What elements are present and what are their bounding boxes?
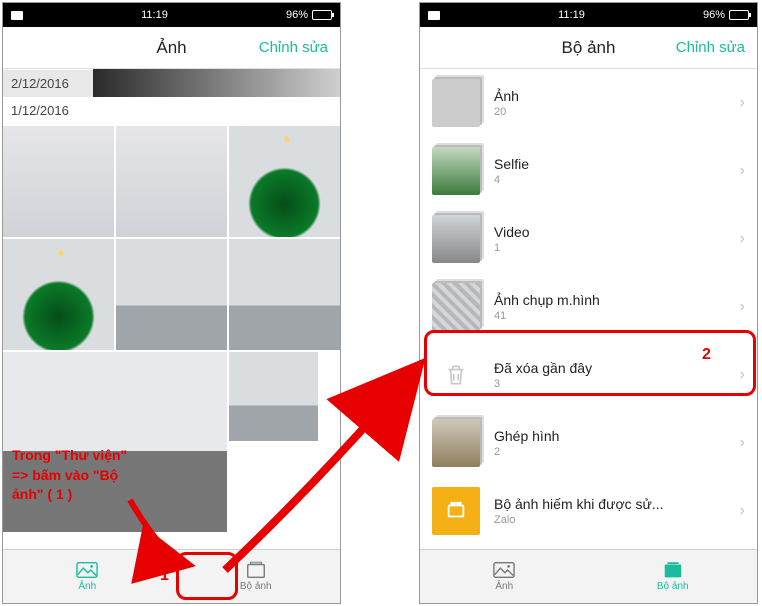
tab-label: Ảnh	[495, 581, 513, 592]
album-name: Bộ ảnh hiếm khi được sử...	[494, 496, 726, 512]
chevron-right-icon: ›	[740, 366, 745, 384]
album-thumb-rare	[432, 487, 480, 535]
photo-thumb[interactable]	[3, 239, 114, 350]
battery-icon	[729, 10, 749, 20]
edit-button[interactable]: Chỉnh sửa	[676, 39, 745, 56]
album-thumb	[432, 419, 480, 467]
photo-grid-large	[3, 352, 340, 532]
chevron-right-icon: ›	[740, 162, 745, 180]
tab-albums[interactable]: Bộ ảnh	[172, 550, 341, 603]
phone-left: 11:19 96% Ảnh Chỉnh sửa 2/12/2016 1/12/2…	[2, 2, 341, 604]
album-list: Ảnh 20 › Selfie 4 › Video 1 › Ảnh chụp m…	[420, 69, 757, 549]
album-count: 20	[494, 106, 726, 118]
album-item-selfie[interactable]: Selfie 4 ›	[420, 137, 757, 205]
photo-thumb[interactable]	[229, 126, 340, 237]
phone-right: 11:19 96% Bộ ảnh Chỉnh sửa Ảnh 20 › Self…	[419, 2, 758, 604]
photo-grid	[3, 126, 340, 350]
tab-albums[interactable]: Bộ ảnh	[589, 550, 758, 603]
album-name: Ảnh chụp m.hình	[494, 292, 726, 308]
tab-label: Bộ ảnh	[240, 581, 272, 592]
album-item-collage[interactable]: Ghép hình 2 ›	[420, 409, 757, 477]
tab-photos[interactable]: Ảnh	[420, 550, 589, 603]
album-name: Ảnh	[494, 88, 726, 104]
chevron-right-icon: ›	[740, 94, 745, 112]
status-bar: 11:19 96%	[420, 3, 757, 27]
tab-label: Ảnh	[78, 581, 96, 592]
bottom-tabs: Ảnh Bộ ảnh	[3, 549, 340, 603]
album-name: Đã xóa gần đây	[494, 360, 726, 376]
status-battery-pct: 96%	[703, 9, 725, 21]
edit-button[interactable]: Chỉnh sửa	[259, 39, 328, 56]
bottom-tabs: Ảnh Bộ ảnh	[420, 549, 757, 603]
album-count: Zalo	[494, 514, 726, 526]
chevron-right-icon: ›	[740, 230, 745, 248]
sim-icon	[11, 11, 23, 20]
album-item-video[interactable]: Video 1 ›	[420, 205, 757, 273]
chevron-right-icon: ›	[740, 434, 745, 452]
album-name: Ghép hình	[494, 428, 726, 444]
tab-label: Bộ ảnh	[657, 581, 689, 592]
annotation-marker-1: 1	[160, 567, 169, 585]
album-count: 4	[494, 174, 726, 186]
album-thumb	[432, 147, 480, 195]
album-name: Selfie	[494, 156, 726, 172]
header: Ảnh Chỉnh sửa	[3, 27, 340, 69]
status-time: 11:19	[141, 9, 168, 21]
instr-line: ảnh" ( 1 )	[12, 486, 72, 502]
album-thumb	[432, 283, 480, 331]
photos-icon	[76, 561, 98, 579]
album-item-photos[interactable]: Ảnh 20 ›	[420, 69, 757, 137]
instruction-text: Trong "Thư viện" => bấm vào "Bộ ảnh" ( 1…	[12, 446, 127, 505]
date-label: 1/12/2016	[3, 97, 340, 124]
trash-icon	[432, 351, 480, 399]
album-count: 3	[494, 378, 726, 390]
album-count: 2	[494, 446, 726, 458]
album-count: 1	[494, 242, 726, 254]
instr-line: Trong "Thư viện"	[12, 447, 127, 463]
battery-icon	[312, 10, 332, 20]
instr-line: => bấm vào "Bộ	[12, 467, 118, 483]
photo-thumb[interactable]	[229, 352, 318, 441]
status-bar: 11:19 96%	[3, 3, 340, 27]
annotation-marker-2: 2	[702, 346, 711, 364]
sim-icon	[428, 11, 440, 20]
date-section-1: 2/12/2016	[3, 69, 340, 97]
header: Bộ ảnh Chỉnh sửa	[420, 27, 757, 69]
photos-icon	[493, 561, 515, 579]
photo-thumb[interactable]	[3, 126, 114, 237]
albums-icon	[245, 561, 267, 579]
album-name: Video	[494, 224, 726, 240]
photo-thumb[interactable]	[116, 126, 227, 237]
photo-thumb[interactable]	[229, 239, 340, 350]
date-label: 2/12/2016	[3, 70, 93, 97]
photo-thumb-large[interactable]	[3, 352, 227, 532]
album-count: 41	[494, 310, 726, 322]
album-item-screenshots[interactable]: Ảnh chụp m.hình 41 ›	[420, 273, 757, 341]
tab-photos[interactable]: Ảnh	[3, 550, 172, 603]
albums-icon	[662, 561, 684, 579]
album-item-rarely-used[interactable]: Bộ ảnh hiếm khi được sử... Zalo ›	[420, 477, 757, 545]
status-time: 11:19	[558, 9, 585, 21]
photo-thumb[interactable]	[116, 239, 227, 350]
album-thumb	[432, 79, 480, 127]
status-battery-pct: 96%	[286, 9, 308, 21]
chevron-right-icon: ›	[740, 298, 745, 316]
chevron-right-icon: ›	[740, 502, 745, 520]
album-thumb	[432, 215, 480, 263]
